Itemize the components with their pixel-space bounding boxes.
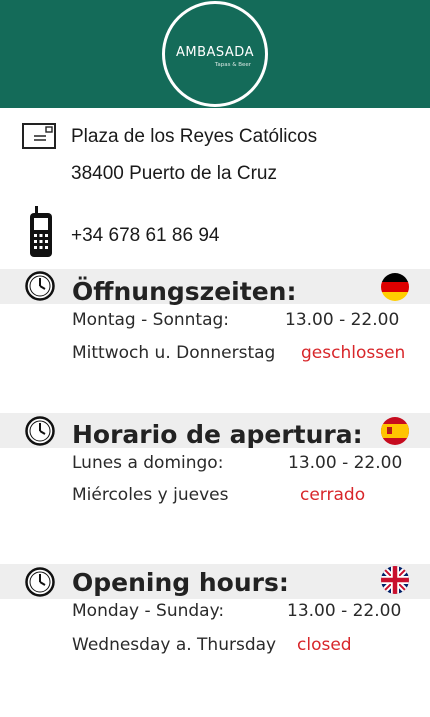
spain-flag-icon[interactable] — [380, 416, 410, 446]
uk-flag-icon[interactable] — [380, 565, 410, 595]
phone-number[interactable]: +34 678 61 86 94 — [71, 225, 219, 247]
germany-flag-icon[interactable] — [380, 272, 410, 302]
section-title-en: Opening hours: — [72, 568, 289, 597]
header-bar: AMBASADA Tapas & Beer — [0, 0, 430, 108]
address-street: Plaza de los Reyes Católicos — [71, 126, 318, 147]
mobile-phone-icon — [30, 206, 52, 257]
logo-name: AMBASADA — [176, 45, 254, 60]
hours-row1-label-de: Montag - Sonntag: — [72, 310, 230, 330]
section-title-de: Öffnungszeiten: — [72, 277, 297, 306]
hours-row2-value-es: cerrado — [300, 485, 366, 505]
hours-row1-label-en: Monday - Sunday: — [72, 601, 225, 621]
address-city: 38400 Puerto de la Cruz — [71, 163, 277, 184]
hours-row1-value-de: 13.00 - 22.00 — [285, 310, 400, 330]
logo-tagline: Tapas & Beer — [214, 62, 252, 68]
clock-icon — [25, 567, 55, 597]
hours-row2-label-de: Mittwoch u. Donnerstag — [72, 343, 276, 363]
hours-row2-label-en: Wednesday a. Thursday — [72, 635, 277, 655]
hours-row1-value-en: 13.00 - 22.00 — [287, 601, 402, 621]
hours-row1-label-es: Lunes a domingo: — [72, 453, 224, 473]
section-title-es: Horario de apertura: — [72, 420, 363, 449]
hours-row2-value-en: closed — [297, 635, 352, 655]
hours-row2-value-de: geschlossen — [301, 343, 406, 363]
clock-icon — [25, 416, 55, 446]
hours-row2-label-es: Miércoles y jueves — [72, 485, 229, 505]
ambasada-logo: AMBASADA Tapas & Beer — [162, 1, 268, 107]
hours-row1-value-es: 13.00 - 22.00 — [288, 453, 403, 473]
clock-icon — [25, 271, 55, 301]
envelope-icon — [22, 123, 56, 149]
